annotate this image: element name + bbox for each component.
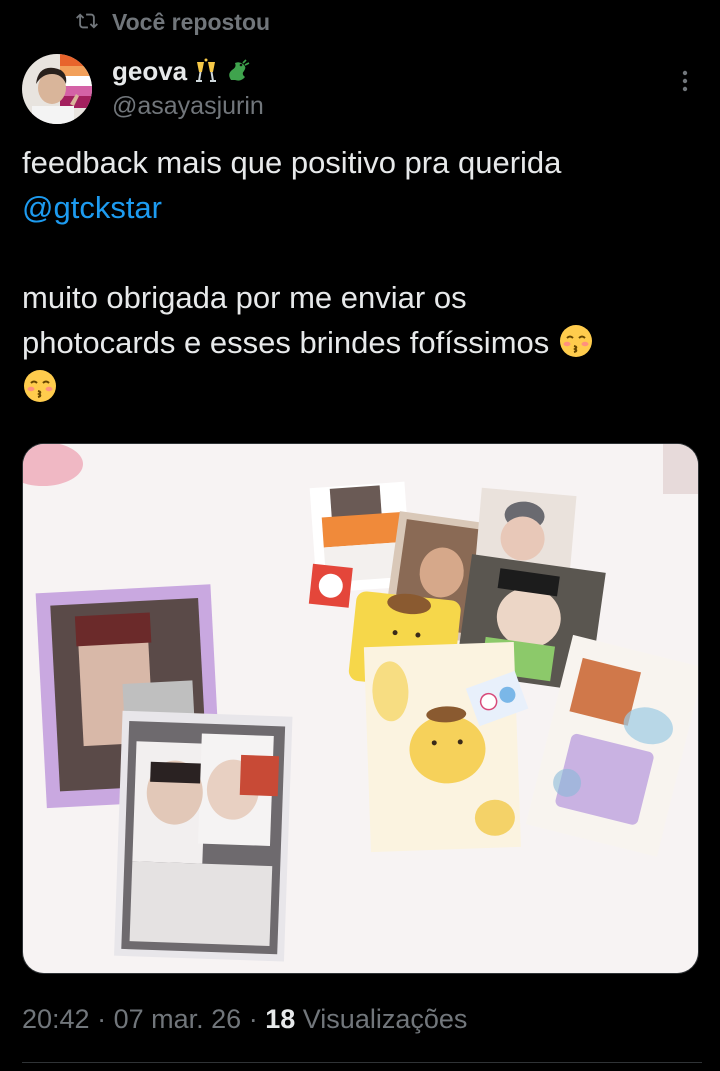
tweet-meta: 20:42 · 07 mar. 26 · 18 Visualizações bbox=[22, 1004, 467, 1035]
tweet-spacer bbox=[22, 230, 702, 275]
tweet-text: feedback mais que positivo pra querida @… bbox=[22, 140, 702, 410]
more-options-button[interactable] bbox=[670, 66, 700, 96]
photo-of-photocards bbox=[23, 444, 698, 973]
tweet-time[interactable]: 20:42 bbox=[22, 1004, 90, 1034]
tweet-date[interactable]: 07 mar. 26 bbox=[114, 1004, 242, 1034]
kissing-face-emoji bbox=[24, 370, 56, 402]
tweet-line: feedback mais que positivo pra querida bbox=[22, 145, 562, 180]
views-count[interactable]: 18 bbox=[265, 1004, 295, 1034]
tweet-line: muito obrigada por me enviar os bbox=[22, 280, 467, 315]
kissing-face-emoji bbox=[559, 325, 592, 357]
author-handle[interactable]: @asayasjurin bbox=[112, 92, 264, 121]
mention-link[interactable]: @gtckstar bbox=[22, 190, 162, 225]
clinking-glasses-emoji bbox=[196, 58, 217, 82]
repost-icon bbox=[76, 13, 98, 29]
avatar-photo bbox=[22, 54, 92, 124]
avatar[interactable] bbox=[22, 54, 92, 124]
separator-dot: · bbox=[97, 1004, 107, 1034]
separator-dot: · bbox=[248, 1004, 258, 1034]
more-vertical-icon bbox=[682, 70, 688, 92]
repost-header: Você repostou bbox=[0, 0, 720, 44]
display-name[interactable]: geova bbox=[112, 56, 187, 87]
tweet-line: photocards e esses brindes fofíssimos bbox=[22, 325, 550, 360]
author-name-row[interactable]: geova bbox=[112, 54, 251, 88]
repost-label[interactable]: Você repostou bbox=[112, 9, 270, 36]
tweet-media[interactable] bbox=[22, 443, 699, 974]
views-label[interactable]: Visualizações bbox=[303, 1004, 468, 1034]
dragon-emoji bbox=[229, 59, 250, 81]
divider bbox=[22, 1062, 702, 1063]
